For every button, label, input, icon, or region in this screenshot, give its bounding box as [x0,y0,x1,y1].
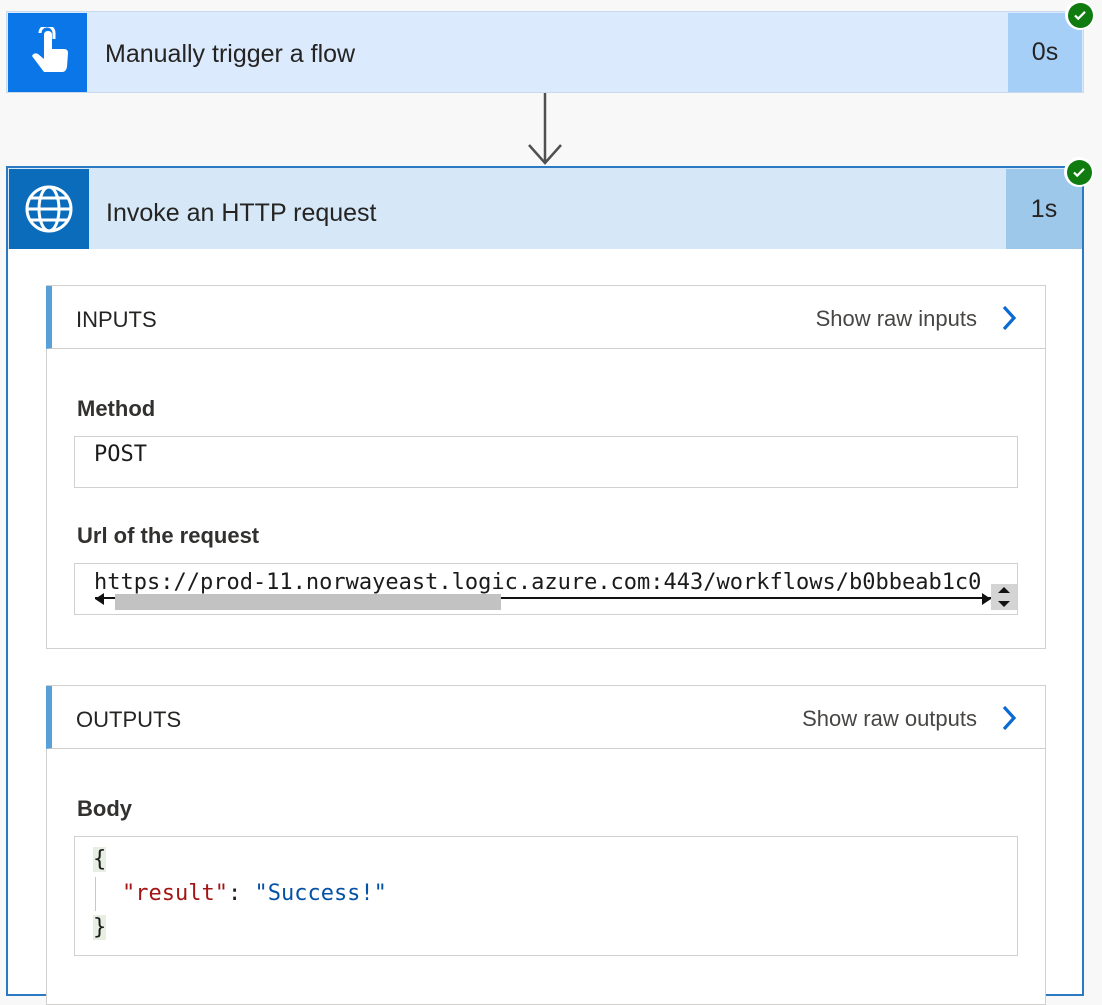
inputs-label: INPUTS [76,307,157,332]
show-raw-inputs-link[interactable]: Show raw inputs [816,306,977,332]
action-title: Invoke an HTTP request [106,199,377,227]
json-key: "result" [122,881,228,906]
trigger-card[interactable]: Manually trigger a flow 0s [6,11,1084,93]
action-header[interactable]: Invoke an HTTP request 1s [8,168,1082,249]
inputs-section: INPUTS Show raw inputs Method POST Url o… [46,285,1046,649]
show-raw-outputs-link[interactable]: Show raw outputs [802,706,977,732]
chevron-right-icon[interactable] [1001,304,1017,337]
json-value: "Success!" [254,881,387,906]
outputs-label: OUTPUTS [76,707,182,732]
scrollbar-thumb[interactable] [115,594,501,610]
outputs-section: OUTPUTS Show raw outputs Body { "result"… [46,685,1046,1005]
method-value: POST [94,442,147,467]
connector-arrow-icon [527,93,563,172]
trigger-title: Manually trigger a flow [105,40,356,68]
json-close-brace: } [93,915,107,940]
url-label: Url of the request [77,523,260,548]
json-body: { "result": "Success!" } [93,843,387,945]
trigger-success-icon [1065,0,1095,30]
scroll-corner-icon [991,584,1017,610]
json-colon: : [227,881,255,906]
url-field: https://prod-11.norwayeast.logic.azure.c… [74,563,1018,615]
body-field: { "result": "Success!" } [74,836,1018,956]
scroll-left-arrow-icon[interactable] [95,592,105,610]
method-field: POST [74,436,1018,488]
url-horizontal-scrollbar[interactable] [95,584,1017,610]
outputs-header: OUTPUTS Show raw outputs [46,686,1045,749]
action-success-icon [1064,157,1094,187]
json-open-brace: { [93,847,107,872]
body-label: Body [77,796,132,821]
scroll-right-arrow-icon[interactable] [981,592,991,610]
chevron-right-icon[interactable] [1001,704,1017,737]
method-label: Method [77,396,156,421]
globe-icon [9,169,89,249]
action-card: Invoke an HTTP request 1s INPUTS Show ra… [6,166,1084,1005]
inputs-header: INPUTS Show raw inputs [46,286,1045,349]
touch-hand-icon [8,13,87,92]
